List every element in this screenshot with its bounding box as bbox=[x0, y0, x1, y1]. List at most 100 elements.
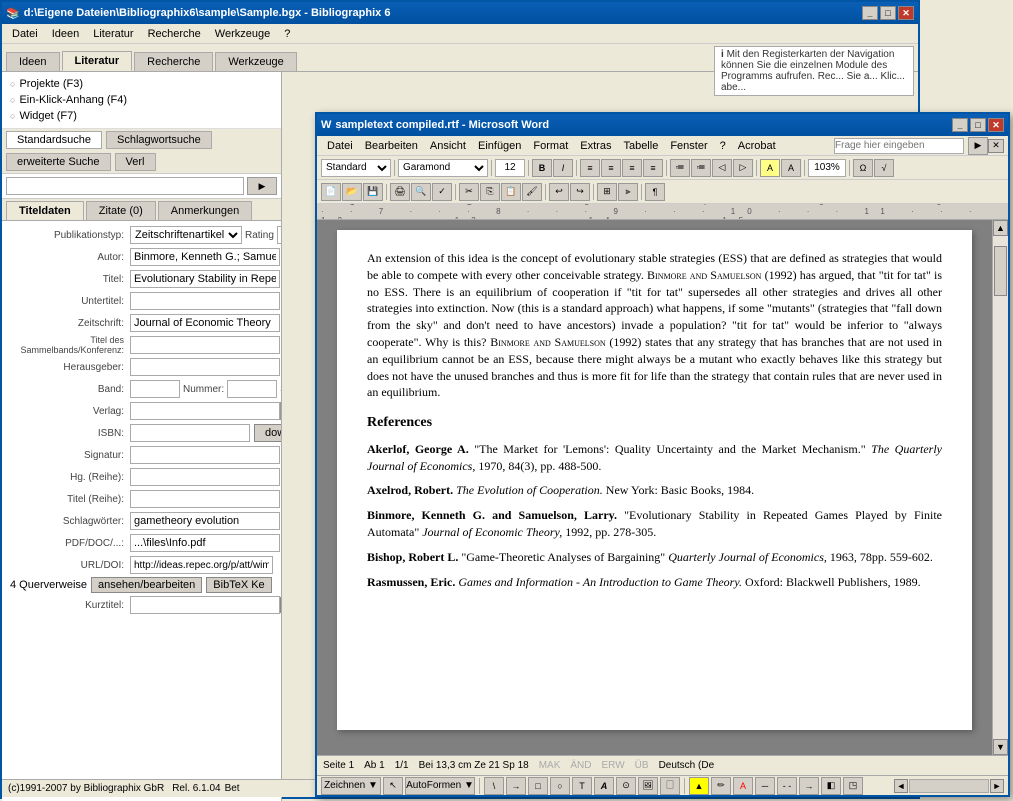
subtab-anmerkungen[interactable]: Anmerkungen bbox=[158, 201, 253, 220]
ansehen-button[interactable]: ansehen/bearbeiten bbox=[91, 577, 202, 593]
paste-button[interactable]: 📋 bbox=[501, 183, 521, 201]
textbox-button[interactable]: T bbox=[572, 777, 592, 795]
word-close-button[interactable]: ✕ bbox=[988, 118, 1004, 132]
spell-button[interactable]: ✓ bbox=[432, 183, 452, 201]
copy-button[interactable]: ⎘ bbox=[480, 183, 500, 201]
menu-ideen[interactable]: Ideen bbox=[46, 26, 86, 42]
scroll-track[interactable] bbox=[993, 236, 1008, 739]
font-family-select[interactable]: Garamond bbox=[398, 159, 488, 177]
subtab-titeldaten[interactable]: Titeldaten bbox=[6, 201, 84, 220]
rect-button[interactable]: □ bbox=[528, 777, 548, 795]
word-minimize-button[interactable]: _ bbox=[952, 118, 968, 132]
autoformen-button[interactable]: AutoFormen ▼ bbox=[405, 777, 475, 795]
url-input[interactable] bbox=[130, 556, 273, 574]
menu-werkzeuge[interactable]: Werkzeuge bbox=[209, 26, 276, 42]
tree-item-widget[interactable]: Widget (F7) bbox=[10, 108, 273, 124]
columns-button[interactable]: ⫸ bbox=[618, 183, 638, 201]
bibtex-button[interactable]: BibTeX Ke bbox=[206, 577, 271, 593]
schlagwoerter-input[interactable] bbox=[130, 512, 280, 530]
rating-input[interactable] bbox=[277, 226, 281, 244]
cursor-button[interactable]: ↖ bbox=[383, 777, 403, 795]
tab-recherche[interactable]: Recherche bbox=[134, 52, 213, 71]
word-menu-format[interactable]: Format bbox=[527, 138, 574, 154]
bold-button[interactable]: B bbox=[532, 159, 552, 177]
scroll-down-button[interactable]: ▼ bbox=[993, 739, 1008, 755]
align-center-button[interactable]: ≡ bbox=[601, 159, 621, 177]
shadow-button[interactable]: ◧ bbox=[821, 777, 841, 795]
3d-button[interactable]: ◳ bbox=[843, 777, 863, 795]
word-menu-datei[interactable]: Datei bbox=[321, 138, 359, 154]
cut-button[interactable]: ✂ bbox=[459, 183, 479, 201]
image-button[interactable]: 🗌 bbox=[660, 777, 680, 795]
oval-button[interactable]: ○ bbox=[550, 777, 570, 795]
print-preview-button[interactable]: 🔍 bbox=[411, 183, 431, 201]
arrow-style-button[interactable]: → bbox=[799, 777, 819, 795]
search-tab-schlagwort[interactable]: Schlagwortsuche bbox=[106, 131, 212, 149]
wordart-button[interactable]: A bbox=[594, 777, 614, 795]
tab-werkzeuge[interactable]: Werkzeuge bbox=[215, 52, 296, 71]
line-color-button[interactable]: ✏ bbox=[711, 777, 731, 795]
menu-datei[interactable]: Datei bbox=[6, 26, 44, 42]
scroll-thumb[interactable] bbox=[994, 246, 1007, 296]
align-left-button[interactable]: ≡ bbox=[580, 159, 600, 177]
word-menu-extras[interactable]: Extras bbox=[574, 138, 617, 154]
untertitel-input[interactable] bbox=[130, 292, 280, 310]
draw-toolbar-toggle[interactable]: Zeichnen ▼ bbox=[321, 777, 381, 795]
line-button[interactable]: \ bbox=[484, 777, 504, 795]
word-menu-einfuegen[interactable]: Einfügen bbox=[472, 138, 527, 154]
fill-color-button[interactable]: ▲ bbox=[689, 777, 709, 795]
pdf-input[interactable] bbox=[130, 534, 280, 552]
verlag-input[interactable] bbox=[130, 402, 280, 420]
word-restore-button[interactable]: □ bbox=[970, 118, 986, 132]
italic-button[interactable]: I bbox=[553, 159, 573, 177]
indent-less-button[interactable]: ◁ bbox=[712, 159, 732, 177]
subtab-zitate[interactable]: Zitate (0) bbox=[86, 201, 156, 220]
publikationstyp-select[interactable]: Zeitschriftenartikel bbox=[130, 226, 242, 244]
projekt-button[interactable]: Projek bbox=[280, 597, 281, 613]
open-button[interactable]: 📂 bbox=[342, 183, 362, 201]
dash-style-button[interactable]: - - bbox=[777, 777, 797, 795]
sqrt-button[interactable]: √ bbox=[874, 159, 894, 177]
restore-button[interactable]: □ bbox=[880, 6, 896, 20]
table-button[interactable]: ⊞ bbox=[597, 183, 617, 201]
herausgeber-input[interactable] bbox=[130, 358, 280, 376]
align-right-button[interactable]: ≡ bbox=[622, 159, 642, 177]
titel-input[interactable] bbox=[130, 270, 280, 288]
signatur-input[interactable] bbox=[130, 446, 280, 464]
word-help-search[interactable] bbox=[834, 138, 964, 154]
tree-item-projekte[interactable]: Projekte (F3) bbox=[10, 76, 273, 92]
isbn-input[interactable] bbox=[130, 424, 250, 442]
format-painter-button[interactable]: 🖌 bbox=[522, 183, 542, 201]
hscroll-track[interactable] bbox=[909, 779, 989, 793]
list-number-button[interactable]: ≔ bbox=[691, 159, 711, 177]
close-button[interactable]: ✕ bbox=[898, 6, 914, 20]
tab-literatur[interactable]: Literatur bbox=[62, 51, 133, 71]
menu-literatur[interactable]: Literatur bbox=[87, 26, 139, 42]
verlag-dropdown-button[interactable]: ▼ bbox=[280, 402, 281, 420]
font-color-button[interactable]: A bbox=[781, 159, 801, 177]
nummer-input[interactable] bbox=[227, 380, 277, 398]
arrow-button[interactable]: → bbox=[506, 777, 526, 795]
word-menu-help[interactable]: ? bbox=[714, 138, 732, 154]
zoom-input[interactable] bbox=[808, 159, 846, 177]
sammelband-input[interactable] bbox=[130, 336, 280, 354]
word-menu-fenster[interactable]: Fenster bbox=[664, 138, 713, 154]
autor-input[interactable] bbox=[130, 248, 280, 266]
scroll-up-button[interactable]: ▲ bbox=[993, 220, 1008, 236]
new-button[interactable]: 📄 bbox=[321, 183, 341, 201]
kurztitel-input[interactable] bbox=[130, 596, 280, 614]
style-select[interactable]: Standard bbox=[321, 159, 391, 177]
diagram-button[interactable]: ⊙ bbox=[616, 777, 636, 795]
show-hide-button[interactable]: ¶ bbox=[645, 183, 665, 201]
menu-help[interactable]: ? bbox=[278, 26, 296, 42]
tree-item-einklick[interactable]: Ein-Klick-Anhang (F4) bbox=[10, 92, 273, 108]
omega-button[interactable]: Ω bbox=[853, 159, 873, 177]
font-color2-button[interactable]: A bbox=[733, 777, 753, 795]
redo-button[interactable]: ↪ bbox=[570, 183, 590, 201]
hg-reihe-input[interactable] bbox=[130, 468, 280, 486]
tab-ideen[interactable]: Ideen bbox=[6, 52, 60, 71]
download-button[interactable]: download bbox=[254, 424, 281, 442]
undo-button[interactable]: ↩ bbox=[549, 183, 569, 201]
font-size-input[interactable] bbox=[495, 159, 525, 177]
search-go-button[interactable]: ▶ bbox=[247, 177, 277, 195]
